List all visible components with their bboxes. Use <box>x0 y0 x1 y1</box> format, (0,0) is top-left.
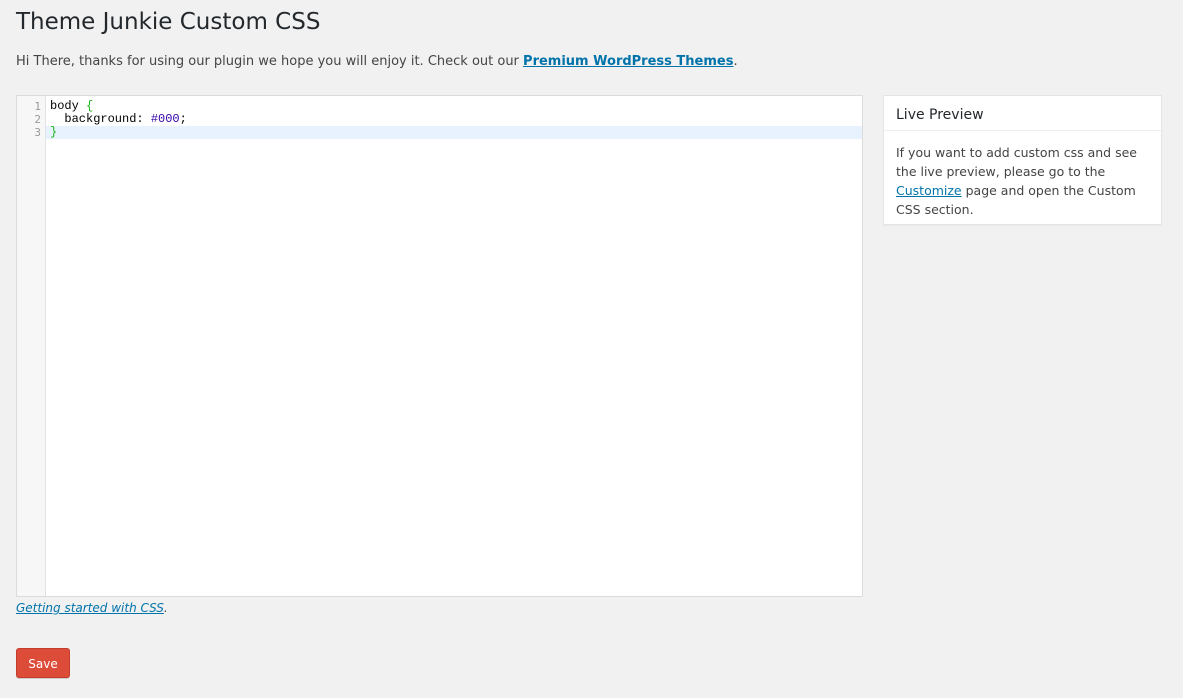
line-number: 3 <box>34 126 41 139</box>
css-value: #000 <box>150 112 180 126</box>
css-selector: body <box>50 99 79 113</box>
getting-started-link[interactable]: Getting started with CSS <box>16 601 164 615</box>
code-line-active[interactable]: } <box>46 126 862 139</box>
live-preview-text: If you want to add custom css and see th… <box>884 131 1161 219</box>
css-property: background: <box>50 112 151 126</box>
line-number-gutter: 1 2 3 <box>17 96 46 596</box>
code-area[interactable]: body { background: #000; } <box>46 100 862 139</box>
intro-text: Hi There, thanks for using our plugin we… <box>16 53 738 71</box>
help-text: Getting started with CSS. <box>16 600 168 616</box>
premium-themes-link[interactable]: Premium WordPress Themes <box>523 54 733 69</box>
css-editor[interactable]: 1 2 3 body { background: #000; } <box>16 95 863 597</box>
intro-message: Hi There, thanks for using our plugin we… <box>16 54 524 69</box>
page-title: Theme Junkie Custom CSS <box>16 9 321 35</box>
live-preview-box: Live Preview If you want to add custom c… <box>883 95 1162 225</box>
css-semicolon: ; <box>179 112 187 126</box>
help-period: . <box>163 601 168 615</box>
code-line[interactable]: background: #000; <box>46 113 862 126</box>
line-number: 1 <box>34 100 41 113</box>
preview-text-before: If you want to add custom css and see th… <box>896 145 1137 179</box>
customize-link[interactable]: Customize <box>896 183 962 198</box>
save-button[interactable]: Save <box>16 648 70 678</box>
css-brace: } <box>50 125 58 139</box>
css-brace: { <box>78 99 94 113</box>
line-number: 2 <box>34 113 41 126</box>
live-preview-title: Live Preview <box>884 96 1161 131</box>
intro-period: . <box>733 54 738 69</box>
